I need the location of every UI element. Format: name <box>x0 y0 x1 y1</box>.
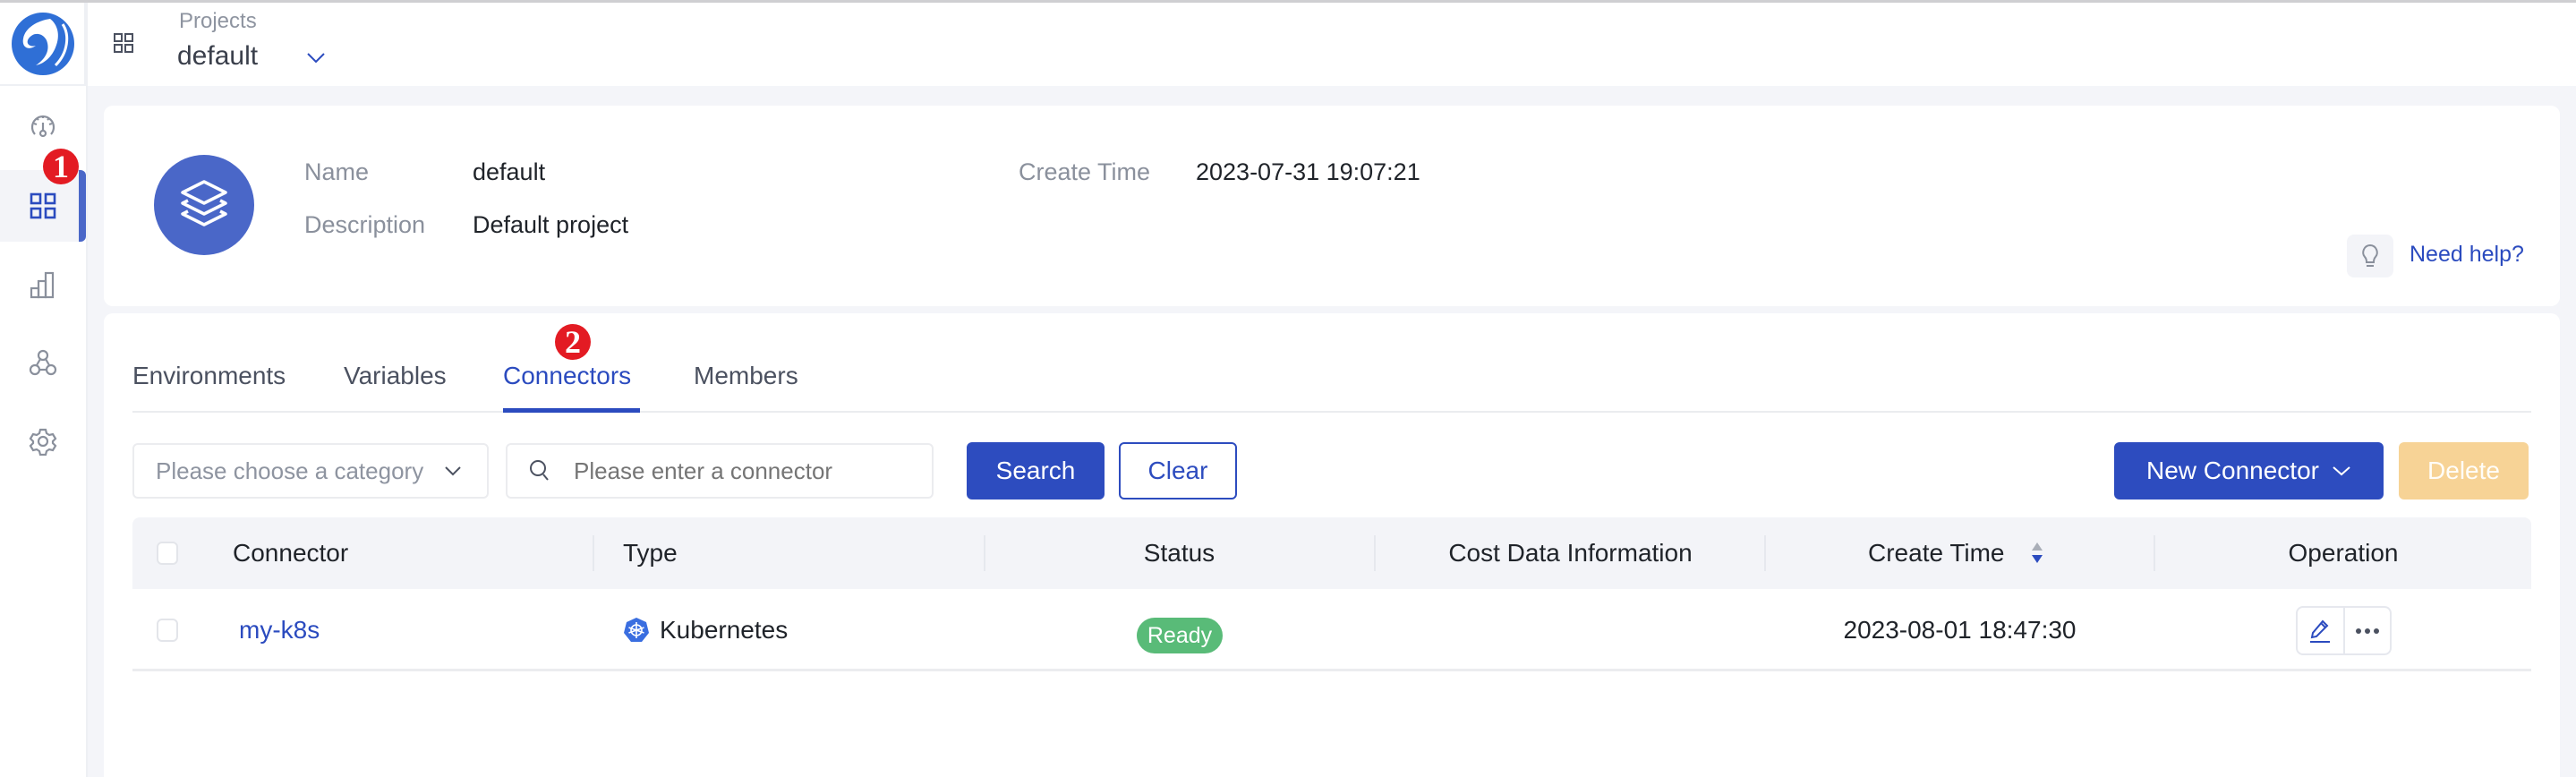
sidebar-item-operators[interactable] <box>0 327 86 398</box>
edit-pencil-icon <box>2310 619 2331 643</box>
annotation-badge-1: 1 <box>43 149 79 184</box>
sidebar-item-settings[interactable] <box>0 406 86 477</box>
top-header <box>0 3 2576 86</box>
column-separator <box>593 535 594 571</box>
description-value: Default project <box>473 211 629 238</box>
category-select-placeholder: Please choose a category <box>156 457 424 484</box>
sidebar-item-dashboard[interactable] <box>0 90 86 161</box>
annotation-badge-2: 2 <box>555 324 591 360</box>
active-tab-indicator <box>503 408 640 413</box>
help-button[interactable] <box>2347 235 2393 278</box>
network-icon <box>29 349 57 376</box>
column-header-connector: Connector <box>233 539 349 567</box>
tab-bar-divider <box>132 411 2531 413</box>
name-label: Name <box>304 158 370 185</box>
new-connector-label: New Connector <box>2146 457 2319 484</box>
column-header-create-time[interactable]: Create Time <box>1868 539 2005 568</box>
column-separator <box>1764 535 1766 571</box>
kubernetes-icon <box>623 617 650 648</box>
clear-button[interactable]: Clear <box>1119 442 1237 500</box>
logo-cell <box>0 3 86 86</box>
chevron-down-icon[interactable] <box>306 52 326 69</box>
create-time-label: Create Time <box>1019 158 1151 185</box>
app-logo-icon[interactable] <box>11 12 75 76</box>
apps-grid-icon[interactable] <box>113 32 134 58</box>
speedometer-icon <box>30 115 55 138</box>
need-help-link[interactable]: Need help? <box>2410 242 2524 268</box>
bar-chart-icon <box>30 271 55 299</box>
name-value: default <box>473 158 546 185</box>
connector-name-link[interactable]: my-k8s <box>239 616 320 645</box>
project-selector-label: Projects <box>179 9 257 33</box>
chevron-down-icon <box>445 466 461 476</box>
row-operations <box>2296 606 2392 655</box>
sidebar-item-cost[interactable] <box>0 249 86 320</box>
more-horizontal-icon <box>2355 628 2379 634</box>
search-button[interactable]: Search <box>967 442 1105 500</box>
row-checkbox[interactable] <box>157 619 178 642</box>
search-icon <box>530 460 549 481</box>
new-connector-button[interactable]: New Connector <box>2114 442 2384 500</box>
row-create-time: 2023-08-01 18:47:30 <box>1843 616 2077 644</box>
project-info-card <box>104 106 2560 306</box>
more-actions-button[interactable] <box>2345 608 2391 653</box>
gear-icon <box>29 428 57 456</box>
sidebar-divider <box>86 3 88 777</box>
tab-connectors[interactable]: Connectors <box>503 362 631 390</box>
select-all-checkbox[interactable] <box>157 542 178 565</box>
tab-environments[interactable]: Environments <box>132 362 286 390</box>
column-header-cost-data: Cost Data Information <box>1448 539 1693 567</box>
column-header-type: Type <box>623 539 678 567</box>
chevron-down-icon <box>2333 466 2350 476</box>
project-selector-value[interactable]: default <box>177 41 258 72</box>
status-badge: Ready <box>1137 618 1223 653</box>
tab-members[interactable]: Members <box>694 362 798 390</box>
create-time-value: 2023-07-31 19:07:21 <box>1196 158 1420 185</box>
connector-search-input[interactable] <box>506 443 934 499</box>
connector-search-field[interactable] <box>574 457 914 485</box>
layers-icon <box>181 180 227 226</box>
table-row <box>132 589 2531 671</box>
sort-icon[interactable] <box>2030 541 2044 570</box>
lightbulb-icon <box>2362 243 2378 267</box>
category-select[interactable]: Please choose a category <box>132 443 489 499</box>
connector-type: Kubernetes <box>660 616 789 644</box>
edit-button[interactable] <box>2298 608 2345 653</box>
tab-variables[interactable]: Variables <box>344 362 447 390</box>
delete-button[interactable]: Delete <box>2399 442 2529 500</box>
project-avatar <box>154 155 254 255</box>
grid-icon <box>30 192 56 219</box>
sidebar-item-projects[interactable] <box>0 170 86 242</box>
column-header-status: Status <box>1143 539 1215 567</box>
description-label: Description <box>304 211 426 238</box>
column-header-operation: Operation <box>2288 539 2399 567</box>
